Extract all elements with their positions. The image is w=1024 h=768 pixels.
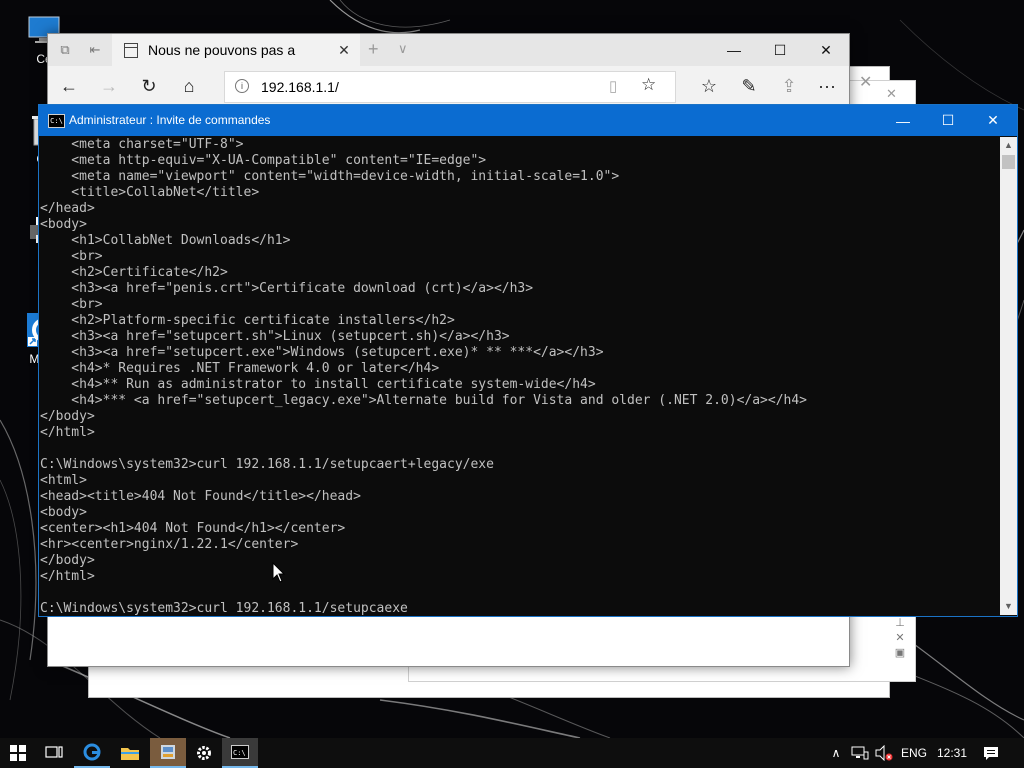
home-button[interactable]: ⌂ [176, 74, 202, 98]
reading-view-icon[interactable]: ▯ [609, 77, 617, 95]
cmd-console-output[interactable]: <meta charset="UTF-8"> <meta http-equiv=… [39, 137, 1000, 615]
cmd-scrollbar[interactable]: ▲ ▼ [1000, 137, 1017, 615]
tab-close-icon[interactable]: ✕ [334, 42, 354, 59]
background-window-close-icon[interactable]: ✕ [859, 72, 872, 92]
cmd-minimize-button[interactable]: — [880, 105, 926, 136]
browser-tab-active[interactable]: Nous ne pouvons pas a ✕ [112, 34, 360, 66]
browser-maximize-button[interactable]: ☐ [757, 34, 803, 66]
background-window-2-close-icon[interactable]: ✕ [886, 86, 897, 102]
taskbar-command-prompt-button[interactable]: C:\ [222, 738, 258, 768]
cmd-icon: C:\ [231, 745, 249, 759]
info-icon[interactable]: i [235, 79, 249, 93]
pin-icon[interactable]: ⊥ [888, 616, 912, 631]
console-text: <meta charset="UTF-8"> <meta http-equiv=… [40, 137, 808, 615]
cmd-close-button[interactable]: ✕ [970, 105, 1016, 136]
start-button[interactable] [0, 738, 36, 768]
mouse-pointer-icon [272, 561, 286, 589]
task-view-icon [45, 746, 63, 758]
web-note-icon[interactable]: ✎ [736, 74, 762, 98]
scroll-up-arrow-icon[interactable]: ▲ [1000, 137, 1017, 154]
tabs-aside-icon[interactable]: ⧉ [56, 42, 74, 58]
background-window-side-controls: ⊥ ✕ ▣ [888, 616, 912, 666]
volume-muted-icon[interactable] [872, 738, 896, 768]
cmd-app-icon: C:\ [48, 114, 65, 128]
tab-title: Nous ne pouvons pas a [148, 42, 296, 58]
command-prompt-window: C:\ Administrateur : Invite de commandes… [38, 104, 1018, 617]
browser-close-button[interactable]: ✕ [803, 34, 849, 66]
page-icon [124, 42, 138, 58]
browser-minimize-button[interactable]: — [711, 34, 757, 66]
back-button[interactable]: ← [56, 74, 82, 98]
browser-nav-bar: ← → ↻ ⌂ i 192.168.1.1/ ▯ ☆ ☆ ✎ ⇪ ··· [48, 66, 849, 106]
show-tabs-aside-icon[interactable]: ⇤ [86, 42, 104, 58]
share-icon[interactable]: ⇪ [776, 74, 802, 98]
cmd-title-bar[interactable]: C:\ Administrateur : Invite de commandes… [39, 105, 1017, 136]
clock[interactable]: 12:31 [932, 738, 972, 768]
show-hidden-icons-chevron-icon[interactable]: ∧ [826, 738, 846, 768]
new-tab-icon[interactable]: + [368, 39, 379, 60]
scroll-thumb[interactable] [1002, 155, 1015, 169]
task-view-button[interactable] [36, 738, 72, 768]
taskbar: C:\ ∧ ENG 12:31 [0, 738, 1024, 768]
taskbar-edge-button[interactable] [74, 738, 110, 768]
image-icon[interactable]: ▣ [888, 646, 912, 661]
more-menu-icon[interactable]: ··· [814, 74, 840, 98]
cmd-maximize-button[interactable]: ☐ [925, 105, 971, 136]
cmd-window-title: Administrateur : Invite de commandes [69, 113, 271, 127]
address-bar[interactable]: i 192.168.1.1/ ▯ ☆ [224, 71, 676, 103]
installer-icon [161, 745, 175, 759]
notification-center-icon[interactable] [978, 738, 1004, 768]
network-icon[interactable] [848, 738, 872, 768]
gear-icon [197, 746, 211, 760]
tab-preview-chevron-icon[interactable]: ∨ [398, 41, 408, 57]
svg-text:C:\: C:\ [233, 749, 246, 757]
address-url: 192.168.1.1/ [261, 79, 339, 95]
folder-icon [121, 748, 139, 760]
input-language-indicator[interactable]: ENG [898, 738, 930, 768]
edge-icon [83, 743, 101, 761]
favorite-star-icon[interactable]: ☆ [641, 75, 656, 95]
refresh-button[interactable]: ↻ [136, 74, 162, 98]
taskbar-file-explorer-button[interactable] [112, 738, 148, 768]
scroll-down-arrow-icon[interactable]: ▼ [1000, 598, 1017, 615]
close-icon[interactable]: ✕ [888, 631, 912, 646]
browser-tab-bar: ⧉ ⇤ Nous ne pouvons pas a ✕ + ∨ — ☐ ✕ [48, 34, 849, 66]
windows-logo-icon [10, 745, 26, 761]
hub-icon[interactable]: ☆ [696, 74, 722, 98]
forward-button[interactable]: → [96, 74, 122, 98]
taskbar-settings-button[interactable] [186, 738, 222, 768]
taskbar-installer-button[interactable] [150, 738, 186, 768]
